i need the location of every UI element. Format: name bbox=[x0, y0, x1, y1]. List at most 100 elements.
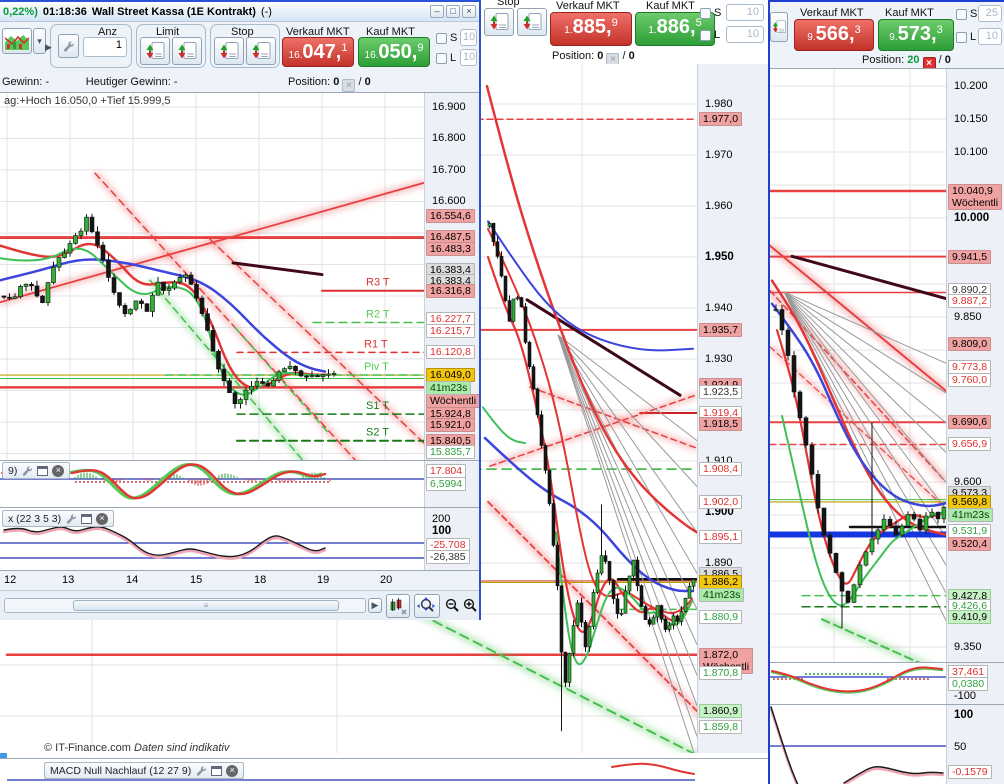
stop-buy-button-partial[interactable] bbox=[770, 12, 788, 42]
chart-fit-button[interactable] bbox=[386, 594, 410, 618]
sell-market-button[interactable]: 16.047,1 bbox=[282, 37, 354, 67]
axis-tick: 10.150 bbox=[954, 113, 988, 125]
stop-buy-button[interactable] bbox=[517, 8, 547, 36]
axis-tick: 1.970 bbox=[705, 149, 733, 161]
time-axis-label: 20 bbox=[380, 574, 392, 586]
stop-sell-button[interactable] bbox=[214, 37, 244, 65]
h-scrollbar-thumb[interactable]: ≡ bbox=[73, 600, 339, 611]
stop-buy-button[interactable] bbox=[246, 37, 276, 65]
svg-text:R3 T: R3 T bbox=[366, 277, 390, 289]
zoom-pan-button[interactable] bbox=[414, 594, 440, 618]
price-axis-2[interactable]: 1.9801.9701.9601.9501.9401.9301.9101.900… bbox=[697, 64, 768, 753]
sell-market-button[interactable]: 1.885,9 bbox=[550, 12, 632, 46]
price-tag: 9.773,8 bbox=[948, 360, 991, 374]
l-checkbox[interactable] bbox=[700, 30, 711, 41]
flatten-position-icon[interactable]: × bbox=[342, 79, 355, 92]
detach-window-icon[interactable] bbox=[81, 514, 92, 524]
l-input[interactable]: 10 bbox=[726, 26, 764, 43]
clock: 01:18:36 bbox=[43, 6, 87, 18]
macd-pane-header[interactable]: 9) × bbox=[2, 462, 70, 479]
stop-sell-button[interactable] bbox=[484, 8, 514, 36]
zoom-in-button[interactable] bbox=[462, 594, 478, 618]
axis-tick: 100 bbox=[954, 709, 973, 721]
axis-tick: 16.900 bbox=[432, 101, 466, 113]
buy-mkt-label: Kauf MKT bbox=[646, 0, 695, 12]
orders-count: 0 bbox=[945, 54, 951, 66]
collapse-arrow-icon[interactable]: ▶ bbox=[44, 38, 53, 56]
chart-area-1[interactable]: ag:+Hoch 16.050,0 +Tief 15.999,5 R3 TR2 … bbox=[0, 92, 479, 460]
wrench-icon[interactable] bbox=[65, 513, 77, 525]
sell-market-button[interactable]: 9.566,3 bbox=[794, 19, 874, 51]
main-chart-svg-1: R3 TR2 TR1 TPiv TS1 TS2 T bbox=[0, 93, 424, 460]
price-tag: 41m23s bbox=[426, 381, 471, 395]
close-pane-icon[interactable]: × bbox=[226, 765, 238, 777]
price-tag: 9.569,8 bbox=[948, 495, 991, 509]
maximize-button[interactable]: □ bbox=[446, 5, 460, 18]
detach-window-icon[interactable] bbox=[37, 466, 48, 476]
chart-thumbnail-icon bbox=[5, 32, 29, 50]
close-pane-icon[interactable]: × bbox=[96, 513, 108, 525]
s-checkbox[interactable] bbox=[700, 8, 711, 19]
l-input[interactable]: 10 bbox=[460, 49, 477, 66]
price-axis-1[interactable]: 16.90016.80016.70016.60016.554,616.487,5… bbox=[424, 93, 479, 460]
s-input[interactable]: 10 bbox=[726, 4, 764, 21]
l-checkbox[interactable] bbox=[956, 32, 967, 43]
l-label: L bbox=[714, 29, 720, 41]
day-high-low-text: ag:+Hoch 16.050,0 +Tief 15.999,5 bbox=[4, 95, 171, 107]
chart-area-3[interactable]: 10.20010.15010.10010.0009.8509.6009.5009… bbox=[770, 68, 1004, 662]
s-checkbox[interactable] bbox=[436, 33, 447, 44]
indicator-value-tag: -0,1579 bbox=[948, 765, 992, 779]
price-tag: 15.921,0 bbox=[426, 418, 475, 432]
minimize-button[interactable]: – bbox=[430, 5, 444, 18]
title-bar[interactable]: 0,22%) 01:18:36 Wall Street Kassa (1E Ko… bbox=[0, 2, 479, 22]
l-checkbox[interactable] bbox=[436, 53, 447, 64]
stochastic-pane-header[interactable]: x (22 3 5 3) × bbox=[2, 510, 114, 527]
axis-tick: 200 bbox=[432, 513, 450, 525]
detach-window-icon[interactable] bbox=[211, 766, 222, 776]
order-settings-button[interactable] bbox=[58, 34, 79, 58]
limit-sell-button[interactable] bbox=[140, 37, 170, 65]
slash: / bbox=[623, 50, 626, 62]
s-checkbox[interactable] bbox=[956, 9, 967, 20]
buy-market-button[interactable]: 16.050,9 bbox=[358, 37, 430, 67]
axis-tick: 16.600 bbox=[432, 195, 466, 207]
chart-type-button[interactable] bbox=[2, 28, 32, 54]
svg-text:Piv T: Piv T bbox=[364, 361, 389, 373]
price-axis-3[interactable]: 10.20010.15010.10010.0009.8509.6009.5009… bbox=[946, 69, 1004, 662]
svg-text:R1 T: R1 T bbox=[364, 338, 388, 350]
wrench-icon[interactable] bbox=[195, 765, 207, 777]
limit-buy-button[interactable] bbox=[172, 37, 202, 65]
position-count: 0 bbox=[597, 50, 603, 62]
scroll-right-button[interactable]: ▶ bbox=[368, 598, 382, 613]
price-tag: 9.531,9 bbox=[948, 524, 991, 538]
anz-input[interactable]: 1 bbox=[83, 37, 127, 57]
stochastic-axis: 200100-25.708-26,385 bbox=[424, 508, 479, 570]
time-axis[interactable]: 12131415181920 bbox=[0, 570, 479, 590]
wrench-icon[interactable] bbox=[21, 465, 33, 477]
axis-tick: 9.850 bbox=[954, 311, 982, 323]
macd-axis: 17.8046,5994 bbox=[424, 461, 479, 507]
stochastic-pane-title: x (22 3 5 3) bbox=[8, 513, 61, 525]
order-doc-icon bbox=[250, 41, 272, 61]
h-scrollbar-track[interactable]: ≡ bbox=[4, 598, 366, 613]
close-button[interactable]: × bbox=[462, 5, 476, 18]
orders-count: 0 bbox=[629, 50, 635, 62]
price-tag: 15.835,7 bbox=[426, 445, 475, 459]
axis-tick: 1.950 bbox=[705, 251, 734, 263]
l-input[interactable]: 10 bbox=[978, 28, 1002, 45]
time-axis-label: 15 bbox=[190, 574, 202, 586]
buy-market-button[interactable]: 9.573,3 bbox=[878, 19, 954, 51]
s-input[interactable]: 25 bbox=[978, 5, 1002, 22]
price-tag: 9.887,2 bbox=[948, 294, 991, 308]
axis-tick: 1.980 bbox=[705, 98, 733, 110]
s-input[interactable]: 10 bbox=[460, 29, 477, 46]
indicator-pane-stochastic: 10050-0,1579 bbox=[770, 704, 1004, 784]
price-tag: 9.760,0 bbox=[948, 373, 991, 387]
close-pane-icon[interactable]: × bbox=[52, 465, 64, 477]
indicator-value-tag: 0,0380 bbox=[948, 677, 988, 691]
stochastic-axis: 10050-0,1579 bbox=[946, 705, 1004, 784]
zoom-out-button[interactable] bbox=[444, 594, 460, 618]
magnifier-minus-icon bbox=[444, 598, 460, 614]
macd-pane-header[interactable]: MACD Null Nachlauf (12 27 9) × bbox=[44, 762, 244, 779]
position-count: 0 bbox=[333, 76, 339, 88]
